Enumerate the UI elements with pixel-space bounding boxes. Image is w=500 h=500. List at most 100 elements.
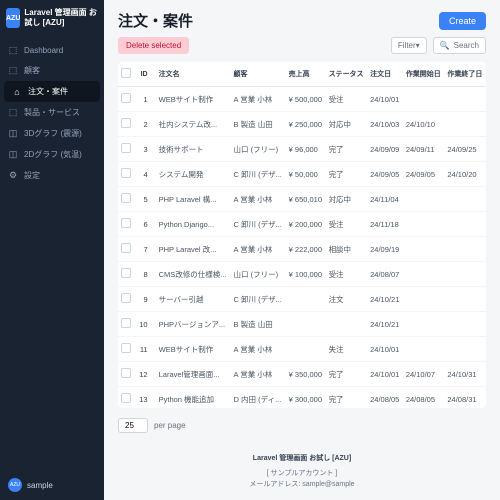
table-row[interactable]: 13Python 機能追加D 内田 (ディ...¥ 300,000完了24/08… bbox=[118, 387, 486, 409]
search-input[interactable]: 🔍 Search bbox=[433, 37, 486, 54]
cell bbox=[326, 312, 368, 337]
column-header[interactable]: 作業開始日 bbox=[403, 62, 445, 87]
cell: A 営業 小林 bbox=[231, 337, 286, 362]
cell: 24/10/07 bbox=[403, 362, 445, 387]
table-row[interactable]: 3技術サポート山口 (フリー)¥ 96,000完了24/09/0924/09/1… bbox=[118, 137, 486, 162]
cell: B 製造 山田 bbox=[231, 312, 286, 337]
cell: C 卸川 (デザ... bbox=[231, 162, 286, 187]
footer-line1: [ サンプルアカウント ] bbox=[114, 468, 490, 479]
nav-icon: ⌂ bbox=[12, 87, 22, 97]
row-checkbox[interactable] bbox=[121, 318, 131, 328]
column-header[interactable]: ステータス bbox=[326, 62, 368, 87]
row-checkbox[interactable] bbox=[121, 143, 131, 153]
cell: A 営業 小林 bbox=[231, 362, 286, 387]
column-header[interactable]: 注文名 bbox=[156, 62, 231, 87]
cell: WEBサイト制作 bbox=[156, 337, 231, 362]
column-header[interactable]: ID bbox=[136, 62, 156, 87]
cell bbox=[444, 87, 486, 112]
orders-table: ID注文名顧客売上高ステータス注文日作業開始日作業終了日 1WEBサイト制作A … bbox=[118, 62, 486, 408]
footer-line2: メールアドレス: sample@sample bbox=[114, 479, 490, 490]
avatar: AZU bbox=[8, 478, 22, 492]
table-container: ID注文名顧客売上高ステータス注文日作業開始日作業終了日 1WEBサイト制作A … bbox=[118, 62, 486, 408]
nav-icon: ◫ bbox=[8, 129, 18, 139]
table-row[interactable]: 7PHP Laravel 改...A 営業 小林¥ 222,000相談中24/0… bbox=[118, 237, 486, 262]
cell: ¥ 96,000 bbox=[286, 137, 326, 162]
cell: ¥ 650,010 bbox=[286, 187, 326, 212]
cell bbox=[403, 312, 445, 337]
select-all-checkbox[interactable] bbox=[121, 68, 131, 78]
cell bbox=[444, 262, 486, 287]
column-header[interactable]: 注文日 bbox=[367, 62, 403, 87]
row-checkbox[interactable] bbox=[121, 293, 131, 303]
cell: 13 bbox=[136, 387, 156, 409]
sidebar-item-0[interactable]: ⬚Dashboard bbox=[0, 40, 104, 60]
delete-selected-button[interactable]: Delete selected bbox=[118, 37, 189, 54]
sidebar-item-1[interactable]: ⬚顧客 bbox=[0, 60, 104, 81]
page-size-input[interactable] bbox=[118, 418, 148, 433]
column-header[interactable]: 売上高 bbox=[286, 62, 326, 87]
row-checkbox[interactable] bbox=[121, 343, 131, 353]
cell: ¥ 100,000 bbox=[286, 262, 326, 287]
cell: 失注 bbox=[326, 337, 368, 362]
cell: システム開発 bbox=[156, 162, 231, 187]
cell: 4 bbox=[136, 162, 156, 187]
table-row[interactable]: 6Python Django...C 卸川 (デザ...¥ 200,000受注2… bbox=[118, 212, 486, 237]
row-checkbox[interactable] bbox=[121, 243, 131, 253]
cell: A 営業 小林 bbox=[231, 187, 286, 212]
filter-dropdown[interactable]: Filter ▾ bbox=[391, 37, 427, 54]
search-icon: 🔍 bbox=[440, 41, 450, 50]
table-row[interactable]: 10PHPバージョンア...B 製造 山田24/10/21 bbox=[118, 312, 486, 337]
cell: 相談中 bbox=[326, 237, 368, 262]
cell: C 卸川 (デザ... bbox=[231, 212, 286, 237]
row-checkbox[interactable] bbox=[121, 218, 131, 228]
sidebar-item-5[interactable]: ◫2Dグラフ (気温) bbox=[0, 144, 104, 165]
row-checkbox[interactable] bbox=[121, 393, 131, 403]
table-row[interactable]: 9サーバー引越C 卸川 (デザ...注文24/10/21 bbox=[118, 287, 486, 312]
table-row[interactable]: 1WEBサイト制作A 営業 小林¥ 500,000受注24/10/01 bbox=[118, 87, 486, 112]
cell: PHP Laravel 改... bbox=[156, 237, 231, 262]
cell: 12 bbox=[136, 362, 156, 387]
sidebar-item-4[interactable]: ◫3Dグラフ (震源) bbox=[0, 123, 104, 144]
cell bbox=[286, 337, 326, 362]
row-checkbox[interactable] bbox=[121, 168, 131, 178]
cell: 技術サポート bbox=[156, 137, 231, 162]
cell: ¥ 222,000 bbox=[286, 237, 326, 262]
table-row[interactable]: 11WEBサイト制作A 営業 小林失注24/10/01 bbox=[118, 337, 486, 362]
table-row[interactable]: 12Laravel管理画面...A 営業 小林¥ 350,000完了24/10/… bbox=[118, 362, 486, 387]
footer-title: Laravel 管理画面 お試し [AZU] bbox=[114, 453, 490, 464]
sidebar-item-2[interactable]: ⌂注文・案件 bbox=[4, 81, 100, 102]
sidebar-footer[interactable]: AZU sample bbox=[0, 470, 104, 500]
cell: 24/10/01 bbox=[367, 87, 403, 112]
table-row[interactable]: 5PHP Laravel 構...A 営業 小林¥ 650,010対応中24/1… bbox=[118, 187, 486, 212]
cell: D 内田 (ディ... bbox=[231, 387, 286, 409]
cell: 5 bbox=[136, 187, 156, 212]
table-row[interactable]: 8CMS改修の仕様検...山口 (フリー)¥ 100,000受注24/08/07 bbox=[118, 262, 486, 287]
cell: 1 bbox=[136, 87, 156, 112]
cell: ¥ 350,000 bbox=[286, 362, 326, 387]
column-header[interactable]: 作業終了日 bbox=[444, 62, 486, 87]
topbar: 注文・案件 Create bbox=[104, 0, 500, 37]
page-title: 注文・案件 bbox=[118, 10, 193, 31]
cell: 24/10/31 bbox=[444, 362, 486, 387]
cell: 24/10/20 bbox=[444, 162, 486, 187]
search-placeholder: Search bbox=[454, 41, 479, 50]
row-checkbox[interactable] bbox=[121, 368, 131, 378]
create-button[interactable]: Create bbox=[439, 12, 486, 30]
sidebar-item-6[interactable]: ⚙設定 bbox=[0, 165, 104, 186]
cell: Laravel管理画面... bbox=[156, 362, 231, 387]
sidebar-item-3[interactable]: ⬚製品・サービス bbox=[0, 102, 104, 123]
nav-icon: ⬚ bbox=[8, 108, 18, 118]
row-checkbox[interactable] bbox=[121, 268, 131, 278]
column-header[interactable]: 顧客 bbox=[231, 62, 286, 87]
brand-logo: AZU bbox=[6, 8, 20, 28]
table-row[interactable]: 2社内システム改...B 製造 山田¥ 250,000対応中24/10/0324… bbox=[118, 112, 486, 137]
row-checkbox[interactable] bbox=[121, 93, 131, 103]
cell: ¥ 500,000 bbox=[286, 87, 326, 112]
table-row[interactable]: 4システム開発C 卸川 (デザ...¥ 50,000完了24/09/0524/0… bbox=[118, 162, 486, 187]
cell: WEBサイト制作 bbox=[156, 87, 231, 112]
cell: 完了 bbox=[326, 137, 368, 162]
row-checkbox[interactable] bbox=[121, 193, 131, 203]
cell: 受注 bbox=[326, 212, 368, 237]
nav-label: 2Dグラフ (気温) bbox=[24, 149, 82, 160]
row-checkbox[interactable] bbox=[121, 118, 131, 128]
